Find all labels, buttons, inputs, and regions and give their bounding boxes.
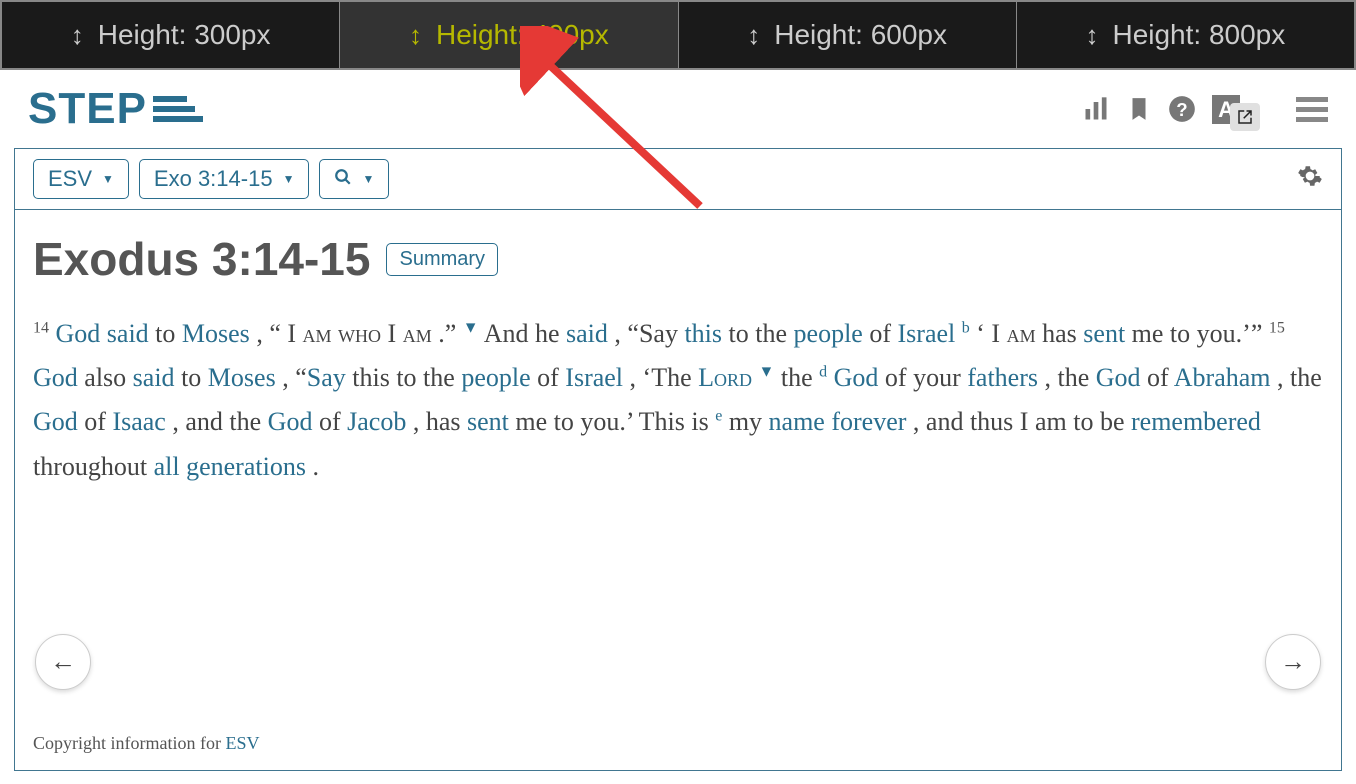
bookmark-icon[interactable]: [1126, 94, 1152, 124]
word-link[interactable]: Israel: [898, 319, 956, 348]
word-link[interactable]: God: [1096, 363, 1141, 392]
summary-button[interactable]: Summary: [386, 243, 498, 276]
word-link[interactable]: said: [566, 319, 608, 348]
passage-toolbar: ESV ▼ Exo 3:14-15 ▼ ▼: [15, 149, 1341, 210]
tab-label: Height: 300px: [98, 19, 271, 51]
word-link[interactable]: sent: [1083, 319, 1125, 348]
word-link[interactable]: said: [133, 363, 175, 392]
word-link[interactable]: Say: [307, 363, 346, 392]
footnote-marker[interactable]: ▼: [759, 364, 775, 381]
word-link[interactable]: Israel: [565, 363, 623, 392]
tab-label: Height: 600px: [774, 19, 947, 51]
stats-icon[interactable]: [1082, 95, 1110, 123]
copyright-text: Copyright information for ESV: [33, 733, 260, 754]
tab-height-400[interactable]: ↕ Height: 400px: [340, 2, 678, 68]
version-select[interactable]: ESV ▼: [33, 159, 129, 199]
smallcaps: am: [303, 319, 332, 348]
caret-down-icon: ▼: [283, 172, 295, 186]
menu-icon[interactable]: [1296, 97, 1328, 122]
search-icon: [334, 166, 352, 192]
content-frame: ESV ▼ Exo 3:14-15 ▼ ▼ Exodus 3:14-15 Sum…: [14, 148, 1342, 771]
arrow-right-icon: →: [1280, 647, 1306, 677]
caret-down-icon: ▼: [102, 172, 114, 186]
word-link[interactable]: people: [794, 319, 863, 348]
verse-number: 15: [1269, 319, 1285, 336]
passage-label: Exo 3:14-15: [154, 166, 273, 192]
word-link[interactable]: God: [56, 319, 101, 348]
language-share-icon[interactable]: A: [1212, 93, 1240, 125]
word-link[interactable]: fathers: [967, 363, 1038, 392]
passage-content: Exodus 3:14-15 Summary 14 God said to Mo…: [15, 210, 1341, 770]
resize-icon: ↕: [409, 20, 422, 51]
caret-down-icon: ▼: [362, 172, 374, 186]
word-link[interactable]: all generations: [154, 452, 306, 481]
word-link[interactable]: God: [834, 363, 879, 392]
search-button[interactable]: ▼: [319, 159, 389, 199]
word-link[interactable]: Isaac: [112, 407, 165, 436]
word-link[interactable]: people: [461, 363, 530, 392]
prev-chapter-button[interactable]: ←: [35, 634, 91, 690]
word-link[interactable]: this: [684, 319, 722, 348]
word-link[interactable]: Moses: [182, 319, 250, 348]
word-link[interactable]: God: [33, 407, 78, 436]
word-link[interactable]: said: [107, 319, 149, 348]
passage-title: Exodus 3:14-15: [33, 233, 370, 285]
copyright-link[interactable]: ESV: [225, 733, 259, 753]
word-link[interactable]: Lord: [698, 363, 752, 392]
tab-height-600[interactable]: ↕ Height: 600px: [679, 2, 1017, 68]
version-label: ESV: [48, 166, 92, 192]
arrow-left-icon: ←: [50, 647, 76, 677]
verse-text: 14 God said to Moses , “ I am who I am .…: [33, 312, 1323, 489]
word-link[interactable]: God: [268, 407, 313, 436]
word-link[interactable]: remembered: [1131, 407, 1261, 436]
footnote-b[interactable]: b: [962, 319, 970, 336]
logo[interactable]: STEP: [28, 84, 203, 134]
word-link[interactable]: Moses: [208, 363, 276, 392]
word-link[interactable]: name: [769, 407, 825, 436]
resize-icon: ↕: [1085, 20, 1098, 51]
verse-number: 14: [33, 319, 49, 336]
word-link[interactable]: Abraham: [1174, 363, 1271, 392]
resize-icon: ↕: [71, 20, 84, 51]
svg-text:?: ?: [1176, 99, 1187, 120]
toolbar-pills: ESV ▼ Exo 3:14-15 ▼ ▼: [33, 159, 389, 199]
resize-icon: ↕: [747, 20, 760, 51]
word-link[interactable]: sent: [467, 407, 509, 436]
logo-bars-icon: [153, 94, 203, 124]
logo-text: STEP: [28, 84, 147, 134]
header-actions: ? A: [1082, 93, 1328, 125]
help-icon[interactable]: ?: [1168, 95, 1196, 123]
tab-height-800[interactable]: ↕ Height: 800px: [1017, 2, 1354, 68]
word-link[interactable]: forever: [831, 407, 906, 436]
footnote-marker[interactable]: ▼: [463, 319, 479, 336]
app-header: STEP ? A: [0, 70, 1356, 148]
tab-height-300[interactable]: ↕ Height: 300px: [2, 2, 340, 68]
word-link[interactable]: God: [33, 363, 78, 392]
next-chapter-button[interactable]: →: [1265, 634, 1321, 690]
passage-select[interactable]: Exo 3:14-15 ▼: [139, 159, 310, 199]
tab-label: Height: 800px: [1112, 19, 1285, 51]
gear-icon[interactable]: [1297, 163, 1323, 196]
tab-label: Height: 400px: [436, 19, 609, 51]
word-link[interactable]: Jacob: [347, 407, 406, 436]
footnote-e[interactable]: e: [715, 408, 722, 425]
footnote-d[interactable]: d: [819, 364, 827, 381]
height-tabs: ↕ Height: 300px ↕ Height: 400px ↕ Height…: [0, 0, 1356, 70]
